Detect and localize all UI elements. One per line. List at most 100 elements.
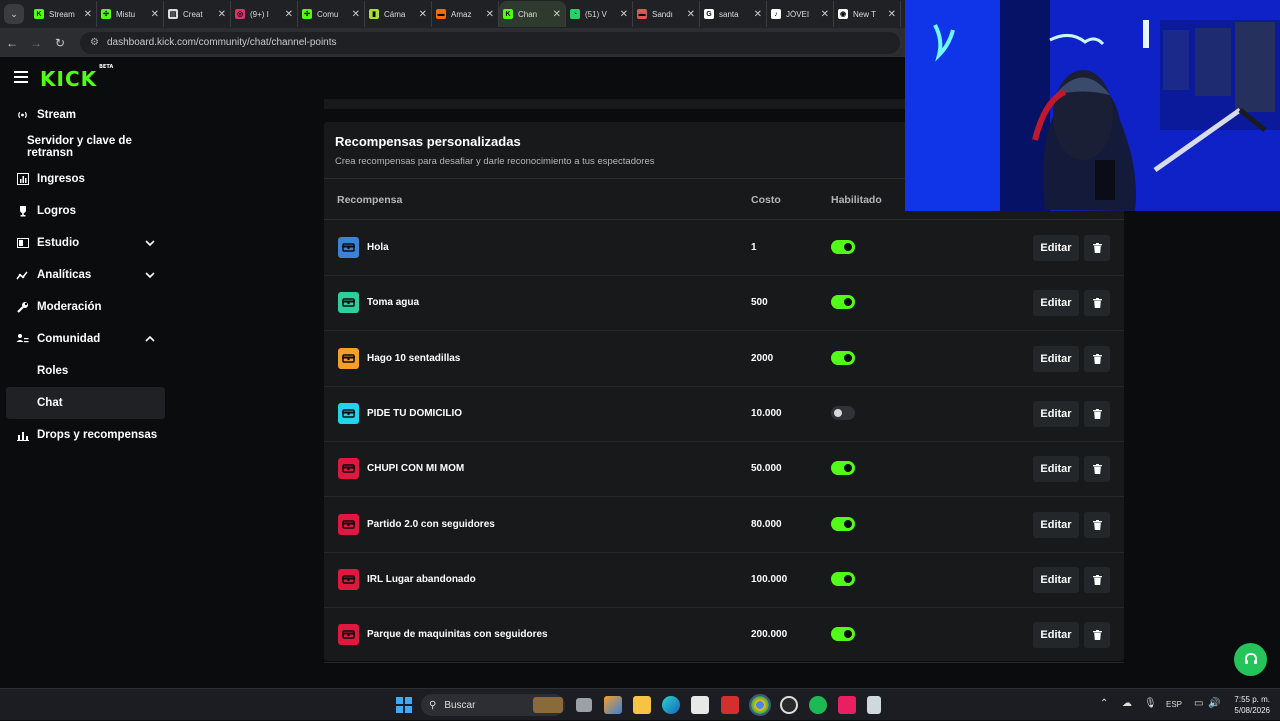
network-app-icon[interactable]: ☁ [1122, 698, 1132, 709]
edit-button[interactable]: Editar [1033, 290, 1079, 317]
sidebar-item-estudio[interactable]: Estudio [0, 227, 170, 259]
tab-close-icon[interactable]: ✕ [754, 9, 762, 20]
browser-tab[interactable]: ◉ New T ✕ [834, 1, 901, 27]
delete-button[interactable] [1084, 235, 1110, 261]
delete-button[interactable] [1084, 290, 1110, 317]
browser-tab[interactable]: ✣ Comu ✕ [298, 1, 365, 27]
browser-tab[interactable]: ✣ Mistu ✕ [97, 1, 164, 27]
forward-arrow-icon[interactable]: → [24, 36, 48, 50]
delete-button[interactable] [1084, 456, 1110, 483]
sidebar-item-logros[interactable]: Logros [0, 195, 170, 227]
widgets-icon[interactable] [604, 696, 622, 714]
tab-search-chevron-icon[interactable]: ⌄ [4, 4, 24, 24]
tab-close-icon[interactable]: ✕ [151, 9, 159, 20]
edit-button[interactable]: Editar [1033, 622, 1079, 649]
site-info-icon[interactable]: ⚙ [90, 37, 99, 48]
reload-icon[interactable]: ↻ [48, 36, 72, 50]
calculator-icon[interactable] [867, 696, 881, 714]
delete-button[interactable] [1084, 566, 1110, 593]
tab-close-icon[interactable]: ✕ [352, 9, 360, 20]
browser-tab[interactable]: K Stream ✕ [30, 1, 97, 27]
help-chat-button[interactable] [1234, 643, 1267, 676]
browser-tab[interactable]: K Chan ✕ [499, 1, 566, 27]
spotify-icon[interactable] [809, 696, 827, 714]
reward-enabled-toggle[interactable] [831, 405, 855, 420]
tab-favicon-icon: K [34, 9, 44, 19]
app-red-icon[interactable] [721, 696, 739, 714]
tab-close-icon[interactable]: ✕ [84, 9, 92, 20]
browser-tab[interactable]: ▬ Sandı ✕ [633, 1, 700, 27]
hamburger-menu-icon[interactable] [14, 71, 28, 83]
chevron-down-icon[interactable] [144, 237, 156, 249]
trash-icon [1092, 630, 1102, 641]
browser-tab[interactable]: ▤ Creat ✕ [164, 1, 231, 27]
browser-tab[interactable]: ◔ (51) V ✕ [566, 1, 633, 27]
reward-row: PIDE TU DOMICILIO 10.000 Editar [324, 387, 1124, 442]
url-field[interactable]: ⚙ dashboard.kick.com/community/chat/chan… [80, 31, 900, 54]
sidebar-item-stream[interactable]: Stream [0, 99, 170, 131]
reward-enabled-toggle[interactable] [831, 627, 855, 642]
edit-button[interactable]: Editar [1033, 511, 1079, 538]
sidebar-item-analiticas[interactable]: Analíticas [0, 259, 170, 291]
file-explorer-icon[interactable] [633, 696, 651, 714]
reward-icon [338, 568, 359, 590]
clock[interactable]: 7:55 p. m. 5/08/2026 [1222, 694, 1270, 716]
delete-button[interactable] [1084, 622, 1110, 649]
sidebar-item-drops[interactable]: Drops y recompensas [0, 419, 170, 451]
tab-close-icon[interactable]: ✕ [888, 9, 896, 20]
tab-close-icon[interactable]: ✕ [553, 9, 561, 20]
browser-tab[interactable]: ♪ JÓVEI ✕ [767, 1, 834, 27]
browser-tab[interactable]: Gsanta ✕ [700, 1, 767, 27]
sidebar-item-roles[interactable]: Roles [0, 355, 170, 387]
chrome-icon[interactable] [749, 694, 771, 716]
volume-icon[interactable]: 🔊 [1208, 698, 1220, 709]
edit-button[interactable]: Editar [1033, 566, 1079, 593]
edit-button[interactable]: Editar [1033, 400, 1079, 427]
taskbar-search[interactable]: ⚲ Buscar [421, 694, 565, 716]
edge-icon[interactable] [662, 696, 680, 714]
microphone-icon[interactable]: 🎙 [1144, 698, 1157, 709]
edit-button[interactable]: Editar [1033, 345, 1079, 372]
sidebar-item-chat[interactable]: Chat [6, 387, 165, 419]
store-icon[interactable] [691, 696, 709, 714]
tab-close-icon[interactable]: ✕ [821, 9, 829, 20]
tab-close-icon[interactable]: ✕ [620, 9, 628, 20]
trash-icon [1092, 298, 1102, 309]
sidebar-item-moderacion[interactable]: Moderación [0, 291, 170, 323]
chevron-up-icon[interactable] [144, 333, 156, 345]
beta-badge: BETA [99, 64, 114, 71]
tiktok-icon[interactable] [838, 696, 856, 714]
reward-enabled-toggle[interactable] [831, 461, 855, 476]
sidebar-item-servidor[interactable]: Servidor y clave de retransn [0, 131, 170, 163]
display-icon[interactable]: ▭ [1194, 698, 1203, 709]
delete-button[interactable] [1084, 345, 1110, 372]
delete-button[interactable] [1084, 511, 1110, 538]
language-indicator[interactable]: ESP [1166, 700, 1182, 709]
reward-enabled-toggle[interactable] [831, 240, 855, 254]
browser-tab[interactable]: ◎ (9+) I ✕ [231, 1, 298, 27]
browser-tab[interactable]: ▮ Cáma ✕ [365, 1, 432, 27]
sidebar-item-ingresos[interactable]: Ingresos [0, 163, 170, 195]
tab-title: Chan [518, 9, 538, 19]
reward-enabled-toggle[interactable] [831, 571, 855, 586]
obs-icon[interactable] [780, 696, 798, 714]
task-view-icon[interactable] [576, 698, 592, 712]
chevron-up-icon[interactable]: ⌃ [1100, 698, 1108, 709]
back-arrow-icon[interactable]: ← [0, 36, 24, 50]
tab-close-icon[interactable]: ✕ [419, 9, 427, 20]
sidebar-item-comunidad[interactable]: Comunidad [0, 323, 170, 355]
tab-close-icon[interactable]: ✕ [486, 9, 494, 20]
tab-close-icon[interactable]: ✕ [687, 9, 695, 20]
tab-close-icon[interactable]: ✕ [285, 9, 293, 20]
chevron-down-icon[interactable] [144, 269, 156, 281]
edit-button[interactable]: Editar [1033, 456, 1079, 483]
browser-tab[interactable]: ▬ Amaz ✕ [432, 1, 499, 27]
reward-enabled-toggle[interactable] [831, 516, 855, 531]
kick-logo[interactable]: KICK BETA [40, 64, 114, 91]
tab-close-icon[interactable]: ✕ [218, 9, 226, 20]
reward-enabled-toggle[interactable] [831, 295, 855, 310]
reward-enabled-toggle[interactable] [831, 350, 855, 365]
edit-button[interactable]: Editar [1033, 235, 1079, 261]
windows-start-icon[interactable] [396, 697, 412, 713]
delete-button[interactable] [1084, 400, 1110, 427]
